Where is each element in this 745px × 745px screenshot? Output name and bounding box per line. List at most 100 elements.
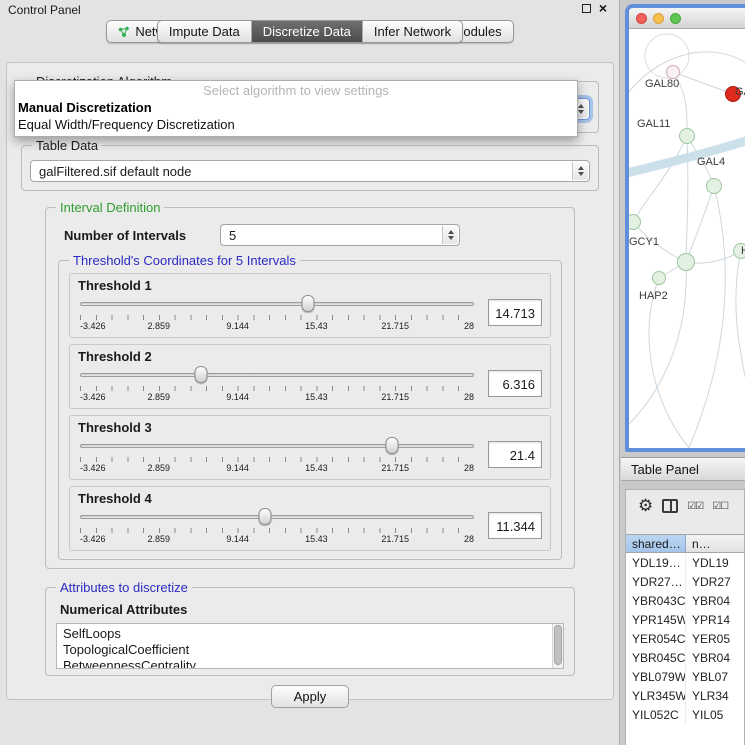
slider-scale: -3.4262.8599.14415.4321.71528 (80, 392, 474, 404)
table-row[interactable]: YBL079WYBL07 (626, 667, 744, 686)
table-cell[interactable]: YDL19… (626, 553, 686, 572)
table-row[interactable]: YBR045CYBR04 (626, 648, 744, 667)
table-data-select[interactable]: galFiltered.sif default node (30, 160, 590, 182)
table-cell[interactable]: YBL07 (686, 667, 744, 686)
tab-label: Infer Network (374, 24, 451, 39)
table-data-select-value: galFiltered.sif default node (39, 164, 191, 179)
table-cell[interactable]: YIL05 (686, 705, 744, 724)
select-all-icon[interactable]: ☑☑ (687, 501, 703, 512)
table-panel-header[interactable]: Table Panel (621, 457, 745, 481)
table-cell[interactable]: YBR043C (626, 591, 686, 610)
threshold-panel: Threshold 3-3.4262.8599.14415.4321.71528… (69, 415, 551, 480)
tab-label: Impute Data (169, 24, 240, 39)
slider-ticks (80, 457, 474, 462)
attribute-item-betweennesscentrality[interactable]: BetweennessCentrality (63, 658, 557, 669)
table-row[interactable]: YLR345WYLR34 (626, 686, 744, 705)
attribute-item-selfloops[interactable]: SelfLoops (63, 626, 557, 642)
slider-track[interactable] (80, 373, 474, 377)
table-rows: YDL19…YDL19YDR27…YDR27YBR043CYBR04YPR145… (626, 553, 744, 745)
network-node[interactable] (677, 253, 695, 271)
table-row[interactable]: YPR145WYPR14 (626, 610, 744, 629)
zoom-traffic-light-icon[interactable] (670, 13, 681, 24)
network-window-titlebar[interactable] (629, 8, 745, 29)
slider-track[interactable] (80, 515, 474, 519)
algorithm-option-manual-discretization[interactable]: Manual Discretization (15, 99, 577, 116)
table-cell[interactable]: YDL19 (686, 553, 744, 572)
table-cell[interactable]: YER054C (626, 629, 686, 648)
network-node[interactable] (666, 65, 680, 79)
threshold-value-field[interactable]: 21.4 (488, 441, 542, 468)
table-cell[interactable]: YBL079W (626, 667, 686, 686)
algorithm-option-equal-width-frequency-discretization[interactable]: Equal Width/Frequency Discretization (15, 116, 577, 133)
scale-label: -3.426 (80, 321, 106, 331)
table-cell[interactable]: YPR145W (626, 610, 686, 629)
attribute-item-topologicalcoefficient[interactable]: TopologicalCoefficient (63, 642, 557, 658)
number-of-intervals-label: Number of Intervals (64, 228, 220, 243)
table-cell[interactable]: YBR04 (686, 648, 744, 667)
slider-thumb[interactable] (259, 508, 272, 525)
float-window-icon[interactable] (582, 4, 591, 13)
table-data-group: Table Data galFiltered.sif default node (21, 145, 599, 191)
scale-label: 21.715 (381, 321, 409, 331)
threshold-slider[interactable]: -3.4262.8599.14415.4321.71528 (78, 295, 476, 335)
table-panel-title: Table Panel (631, 462, 699, 477)
threshold-slider[interactable]: -3.4262.8599.14415.4321.71528 (78, 366, 476, 406)
table-cell[interactable]: YLR345W (626, 686, 686, 705)
slider-track[interactable] (80, 444, 474, 448)
table-cell[interactable]: YBR045C (626, 648, 686, 667)
table-row[interactable]: YIL052CYIL05 (626, 705, 744, 724)
select-none-icon[interactable]: ☑☐ (712, 501, 728, 512)
number-of-intervals-select[interactable]: 5 (220, 224, 460, 246)
table-cell[interactable]: YLR34 (686, 686, 744, 705)
bottom-tab-impute-data[interactable]: Impute Data (158, 21, 251, 42)
slider-thumb[interactable] (195, 366, 208, 383)
network-node[interactable] (652, 271, 666, 285)
table-cell[interactable]: YIL052C (626, 705, 686, 724)
gear-icon[interactable]: ⚙ (638, 498, 653, 514)
slider-thumb[interactable] (386, 437, 399, 454)
table-row[interactable]: YBR043CYBR04 (626, 591, 744, 610)
column-header-n[interactable]: n… (686, 535, 744, 552)
bottom-tab-infer-network[interactable]: Infer Network (362, 21, 462, 42)
table-cell[interactable]: YPR14 (686, 610, 744, 629)
table-cell[interactable]: YDR27 (686, 572, 744, 591)
table-row[interactable]: YDR27…YDR27 (626, 572, 744, 591)
table-row[interactable]: YDL19…YDL19 (626, 553, 744, 572)
column-header-shared[interactable]: shared… (626, 535, 686, 552)
slider-thumb[interactable] (301, 295, 314, 312)
tab-label: Discretize Data (263, 24, 351, 39)
threshold-value-field[interactable]: 14.713 (488, 299, 542, 326)
network-node[interactable] (679, 128, 695, 144)
apply-button[interactable]: Apply (271, 685, 350, 708)
scale-label: 9.144 (226, 392, 249, 402)
network-node[interactable] (706, 178, 722, 194)
threshold-label: Threshold 3 (78, 420, 542, 435)
network-canvas[interactable]: GAL80GAGAL11GAL4GCY1HHAP2 (629, 29, 745, 448)
scrollbar-thumb[interactable] (554, 625, 562, 665)
minimize-traffic-light-icon[interactable] (653, 13, 664, 24)
scale-label: 2.859 (148, 392, 171, 402)
threshold-slider[interactable]: -3.4262.8599.14415.4321.71528 (78, 437, 476, 477)
scale-label: 15.43 (305, 463, 328, 473)
threshold-value-field[interactable]: 11.344 (488, 512, 542, 539)
columns-icon[interactable] (662, 499, 678, 513)
table-row[interactable]: YER054CYER05 (626, 629, 744, 648)
table-cell[interactable]: YER05 (686, 629, 744, 648)
scale-label: 28 (464, 392, 474, 402)
table-cell[interactable]: YBR04 (686, 591, 744, 610)
scale-label: 21.715 (381, 463, 409, 473)
list-scrollbar[interactable] (552, 624, 563, 668)
table-cell[interactable]: YDR27… (626, 572, 686, 591)
threshold-slider[interactable]: -3.4262.8599.14415.4321.71528 (78, 508, 476, 548)
close-traffic-light-icon[interactable] (636, 13, 647, 24)
control-panel-window: Control Panel × NetworkStyleSelectCyni T… (0, 0, 620, 745)
scale-label: 9.144 (226, 534, 249, 544)
bottom-tab-discretize-data[interactable]: Discretize Data (251, 21, 362, 42)
scale-label: 2.859 (148, 534, 171, 544)
scale-label: 9.144 (226, 463, 249, 473)
close-window-icon[interactable]: × (599, 3, 607, 13)
threshold-value-field[interactable]: 6.316 (488, 370, 542, 397)
slider-track[interactable] (80, 302, 474, 306)
attributes-list[interactable]: SelfLoopsTopologicalCoefficientBetweenne… (56, 623, 564, 669)
scale-label: -3.426 (80, 534, 106, 544)
